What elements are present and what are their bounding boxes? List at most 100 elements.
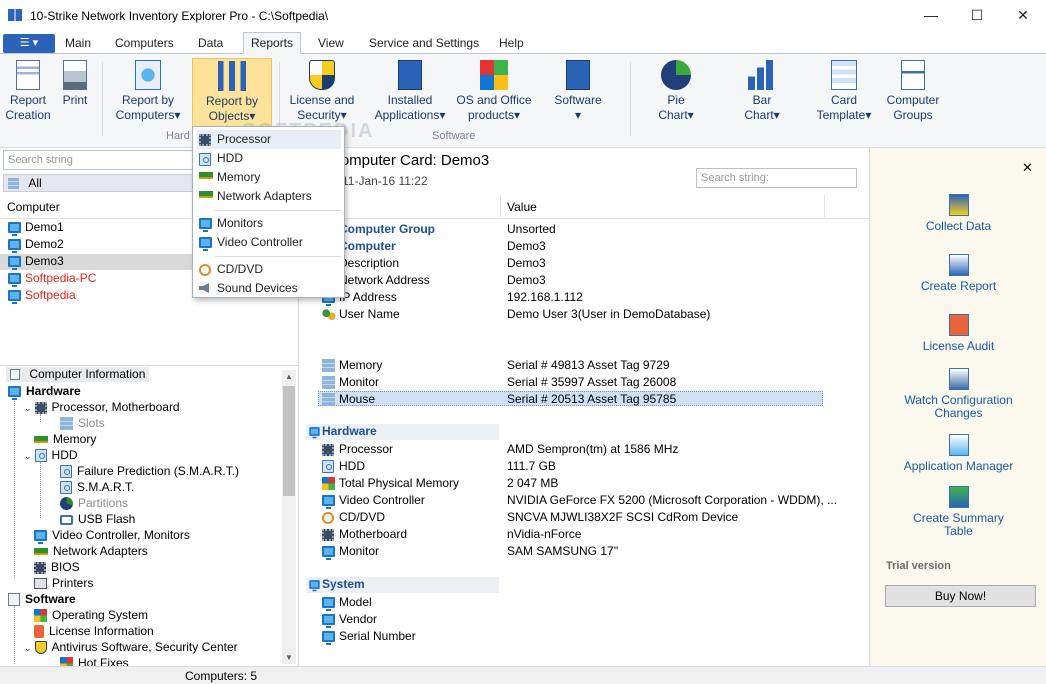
tree-item-network-adapters[interactable]: Network Adapters <box>34 544 148 560</box>
actions-close-button[interactable]: ✕ <box>1022 160 1033 176</box>
report-creation-button[interactable]: Report Creation <box>4 60 52 123</box>
card-row-mouse[interactable]: Mouse Serial # 20513 Asset Tag 95785 <box>322 392 842 408</box>
os-office-products-button[interactable]: OS and Office products▾ <box>452 60 536 123</box>
computer-column-header[interactable]: Computer <box>7 200 60 214</box>
card-row-hdd[interactable]: HDD 111.7 GB <box>322 459 842 475</box>
card-row-vendor[interactable]: Vendor <box>322 612 842 629</box>
card-row-name: Network Address <box>339 273 430 287</box>
computer-search-input[interactable]: Search string <box>3 150 193 170</box>
action-create-summary-table[interactable]: Create Summary Table <box>870 486 1046 538</box>
tree-item-software[interactable]: Software <box>8 592 76 608</box>
card-row-ip-address[interactable]: IP Address 192.168.1.112 <box>322 290 842 307</box>
expand-chevron-icon[interactable]: ⌄ <box>24 403 32 413</box>
tree-item-slots[interactable]: Slots <box>60 416 105 432</box>
computer-icon <box>8 239 21 254</box>
bar-chart-button[interactable]: Bar Chart▾ <box>736 60 788 123</box>
tab-view[interactable]: View <box>312 35 350 51</box>
action-collect-data[interactable]: Collect Data <box>870 194 1046 233</box>
report-by-objects-button[interactable]: Report by Objects▾ <box>192 58 272 128</box>
computer-groups-button[interactable]: Computer Groups <box>880 60 946 123</box>
computer-icon <box>8 273 21 288</box>
card-row-memory[interactable]: Memory Serial # 49813 Asset Tag 9729 <box>322 358 842 374</box>
tree-item-s-m-a-r-t[interactable]: S.M.A.R.T. <box>60 480 134 496</box>
action-create-report[interactable]: Create Report <box>870 254 1046 293</box>
ribbon-tabs: ☰ ▾ Main Computers Data Reports View Ser… <box>0 32 1046 54</box>
installed-applications-button[interactable]: Installed Applications▾ <box>372 60 448 123</box>
card-row-value: 192.168.1.112 <box>507 290 583 304</box>
minimize-button[interactable]: — <box>908 0 954 30</box>
tree-item-hdd[interactable]: ⌄ HDD <box>24 448 78 464</box>
menu-item-label: Monitors <box>217 216 264 230</box>
card-row-name: User Name <box>339 307 400 321</box>
menu-item-video-controller[interactable]: Video Controller <box>197 233 341 252</box>
tree-item-partitions[interactable]: Partitions <box>60 496 128 512</box>
print-button[interactable]: Print <box>56 60 94 108</box>
card-row-computer-group[interactable]: Computer Group Unsorted <box>322 222 842 238</box>
tree-item-label: Slots <box>78 416 105 430</box>
action-label: Create Summary Table <box>913 511 1004 538</box>
tab-data[interactable]: Data <box>192 35 229 51</box>
computer-filter[interactable]: All <box>3 174 193 192</box>
tab-service-settings[interactable]: Service and Settings <box>363 35 485 51</box>
maximize-button[interactable]: ☐ <box>954 0 1000 30</box>
tab-computers[interactable]: Computers <box>109 35 180 51</box>
tree-item-video-controller-monitors[interactable]: Video Controller, Monitors <box>34 528 190 545</box>
action-license-audit[interactable]: License Audit <box>870 314 1046 353</box>
cd-dvd-icon <box>322 511 334 524</box>
software-button[interactable]: Software ▾ <box>548 60 608 123</box>
card-row-monitor[interactable]: Monitor SAM SAMSUNG 17'' <box>322 544 842 561</box>
card-row-computer[interactable]: Computer Demo3 <box>322 239 842 256</box>
tree-item-operating-system[interactable]: Operating System <box>34 608 148 624</box>
action-watch-configuration-changes[interactable]: Watch Configuration Changes <box>870 368 1046 420</box>
menu-item-network-adapters[interactable]: Network Adapters <box>197 187 341 206</box>
card-row-motherboard[interactable]: Motherboard nVidia-nForce <box>322 527 842 543</box>
card-row-serial-number[interactable]: Serial Number <box>322 629 842 646</box>
tree-item-antivirus-software-security-center[interactable]: ⌄ Antivirus Software, Security Center <box>24 640 238 656</box>
close-button[interactable]: ✕ <box>1000 0 1046 30</box>
pie-chart-button[interactable]: Pie Chart▾ <box>652 60 700 123</box>
tree-item-hardware[interactable]: Hardware <box>8 384 81 401</box>
tree-scrollbar[interactable]: ▲ ▼ <box>282 370 296 664</box>
card-search-input[interactable]: Search string: <box>696 168 857 188</box>
tab-main[interactable]: Main <box>59 35 97 51</box>
computer-name: Demo3 <box>25 254 64 268</box>
value-column-header[interactable]: Value <box>507 200 537 214</box>
card-row-processor[interactable]: Processor AMD Sempron(tm) at 1586 MHz <box>322 442 842 458</box>
report-icon <box>16 60 40 90</box>
menu-item-hdd[interactable]: HDD <box>197 149 341 168</box>
tree-item-label: Printers <box>52 576 94 590</box>
card-row-name: HDD <box>339 459 365 473</box>
card-row-video-controller[interactable]: Video Controller NVIDIA GeForce FX 5200 (… <box>322 493 842 510</box>
card-row-network-address[interactable]: Network Address Demo3 <box>322 273 842 290</box>
expand-chevron-icon[interactable]: ⌄ <box>24 451 32 461</box>
tree-item-bios[interactable]: BIOS <box>34 560 80 576</box>
tab-reports[interactable]: Reports <box>243 32 302 54</box>
tree-item-processor-motherboard[interactable]: ⌄ Processor, Motherboard <box>24 400 180 416</box>
card-row-total-physical-memory[interactable]: Total Physical Memory 2 047 MB <box>322 476 842 492</box>
card-row-model[interactable]: Model <box>322 595 842 612</box>
tree-item-memory[interactable]: Memory <box>34 432 96 448</box>
monitor-icon <box>322 546 335 561</box>
tree-item-printers[interactable]: Printers <box>34 576 93 592</box>
tree-item-usb-flash[interactable]: USB Flash <box>60 512 135 528</box>
buy-now-button[interactable]: Buy Now! <box>885 585 1036 607</box>
report-by-computers-button[interactable]: Report by Computers▾ <box>112 60 184 123</box>
file-menu-button[interactable]: ☰ ▾ <box>3 34 55 53</box>
card-row-description[interactable]: Description Demo3 <box>322 256 842 272</box>
tab-help[interactable]: Help <box>493 35 530 51</box>
card-row-user-name[interactable]: User Name Demo User 3(User in DemoDatabas… <box>322 307 842 323</box>
card-row-cd-dvd[interactable]: CD/DVD SNCVA MJWLI38X2F SCSI CdRom Device <box>322 510 842 526</box>
menu-item-memory[interactable]: Memory <box>197 168 341 187</box>
app-icon <box>8 9 22 21</box>
menu-item-processor[interactable]: Processor <box>197 130 341 149</box>
action-application-manager[interactable]: Application Manager <box>870 434 1046 473</box>
card-row-monitor[interactable]: Monitor Serial # 35997 Asset Tag 26008 <box>322 375 842 391</box>
menu-item-cd-dvd[interactable]: CD/DVD <box>197 260 341 279</box>
menu-item-monitors[interactable]: Monitors <box>197 214 341 233</box>
license-security-button[interactable]: License and Security▾ <box>286 60 358 123</box>
tree-item-license-information[interactable]: License Information <box>34 624 154 640</box>
expand-chevron-icon[interactable]: ⌄ <box>24 643 32 653</box>
menu-item-sound-devices[interactable]: Sound Devices <box>197 279 341 298</box>
card-template-button[interactable]: Card Template▾ <box>812 60 876 123</box>
tree-item-failure-prediction-s-m-a-r-t[interactable]: Failure Prediction (S.M.A.R.T.) <box>60 464 239 480</box>
